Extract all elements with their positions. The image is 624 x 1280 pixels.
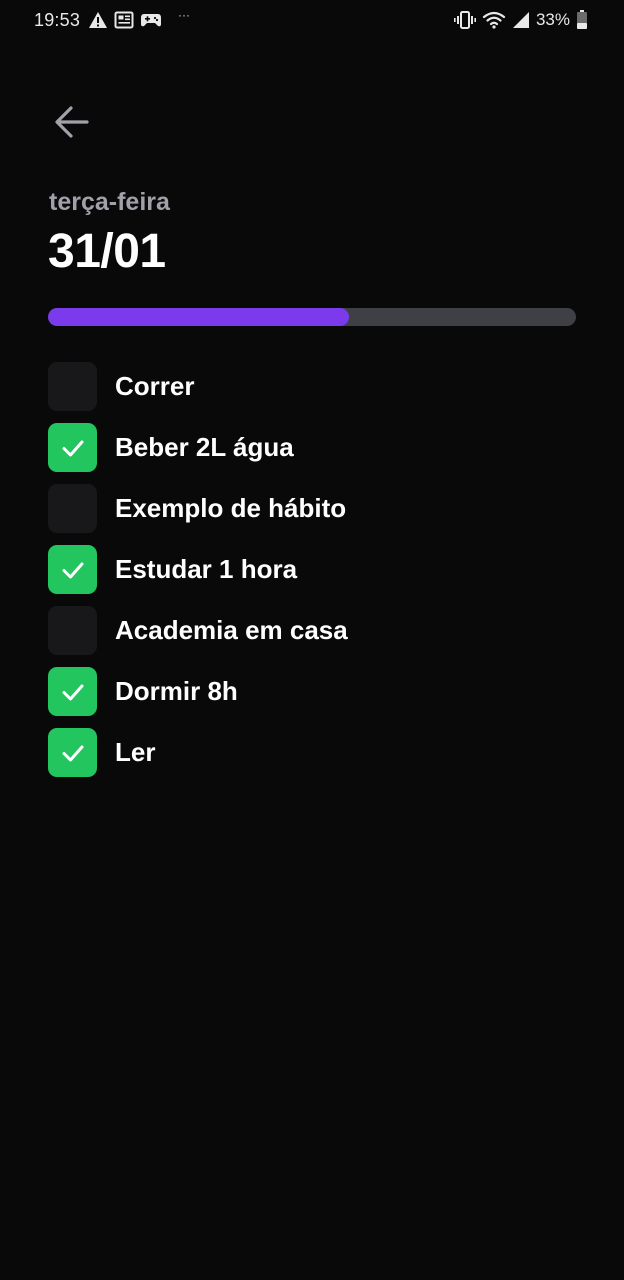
habit-label: Exemplo de hábito xyxy=(115,493,347,523)
habit-item[interactable]: Exemplo de hábito xyxy=(48,484,588,533)
habit-label: Ler xyxy=(115,737,156,767)
habit-checkbox[interactable] xyxy=(48,606,97,655)
warning-icon xyxy=(88,11,108,29)
checkmark-icon xyxy=(62,684,83,700)
habit-item[interactable]: Estudar 1 hora xyxy=(48,545,588,594)
status-time: 19:53 xyxy=(34,9,81,30)
status-right: 33% xyxy=(453,9,588,31)
habit-checkbox-checked[interactable] xyxy=(48,423,97,472)
vibrate-icon xyxy=(453,10,476,30)
habit-item[interactable]: Beber 2L água xyxy=(48,423,588,472)
habit-item[interactable]: Academia em casa xyxy=(48,606,588,655)
game-controller-icon xyxy=(140,11,162,29)
signal-icon xyxy=(512,11,530,29)
habit-label: Beber 2L água xyxy=(115,432,294,462)
news-icon xyxy=(114,11,134,29)
weekday-label: terça-feira xyxy=(49,188,170,216)
checkmark-icon xyxy=(62,562,83,578)
habit-checkbox-checked[interactable] xyxy=(48,545,97,594)
habit-checkbox[interactable] xyxy=(48,484,97,533)
checkmark-icon xyxy=(62,440,83,456)
habit-label: Correr xyxy=(115,371,195,401)
back-button[interactable] xyxy=(52,102,92,142)
habit-checkbox-checked[interactable] xyxy=(48,728,97,777)
wifi-icon xyxy=(482,10,506,30)
habit-checkbox-checked[interactable] xyxy=(48,667,97,716)
habit-list: Correr Beber 2L água Exemplo de hábito E… xyxy=(48,362,588,789)
habit-item[interactable]: Correr xyxy=(48,362,588,411)
habit-item[interactable]: Ler xyxy=(48,728,588,777)
habit-label: Estudar 1 hora xyxy=(115,554,298,584)
battery-icon xyxy=(576,10,588,30)
habit-label: Academia em casa xyxy=(115,615,348,645)
habit-item[interactable]: Dormir 8h xyxy=(48,667,588,716)
status-overflow: ··· xyxy=(178,8,191,22)
progress-bar xyxy=(48,308,576,326)
arrow-left-icon xyxy=(55,106,89,138)
progress-fill xyxy=(48,308,349,326)
battery-percent: 33% xyxy=(535,10,570,29)
status-bar: 19:53 ··· 33% xyxy=(0,0,624,40)
date-title: 31/01 xyxy=(48,225,166,278)
habit-checkbox[interactable] xyxy=(48,362,97,411)
habit-label: Dormir 8h xyxy=(115,676,238,706)
checkmark-icon xyxy=(62,745,83,761)
status-left: 19:53 ··· xyxy=(34,8,191,31)
